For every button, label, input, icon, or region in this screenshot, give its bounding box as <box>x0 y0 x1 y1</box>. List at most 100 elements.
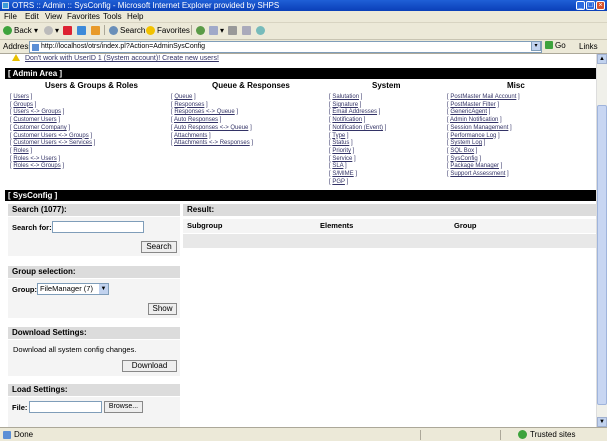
admin-link[interactable]: [ Attachments <-> Responses ] <box>171 140 253 148</box>
column-heading-users: Users & Groups & Roles <box>45 81 138 90</box>
admin-link[interactable]: [ Groups ] <box>10 102 95 110</box>
menu-bar: File Edit View Favorites Tools Help <box>0 11 607 23</box>
download-button[interactable]: Download <box>122 360 177 372</box>
admin-link[interactable]: [ PGP ] <box>329 179 386 187</box>
search-button[interactable]: Search <box>109 26 145 36</box>
history-button[interactable] <box>196 26 207 36</box>
admin-link[interactable]: [ System Log ] <box>447 140 520 148</box>
menu-favorites[interactable]: Favorites <box>67 12 100 21</box>
menu-help[interactable]: Help <box>127 12 143 21</box>
refresh-button[interactable] <box>77 26 88 36</box>
menu-file[interactable]: File <box>4 12 17 21</box>
show-button[interactable]: Show <box>148 303 177 315</box>
menu-view[interactable]: View <box>45 12 62 21</box>
address-bar: Address http://localhost/otrs/index.pl?A… <box>0 40 607 54</box>
favorites-button[interactable]: Favorites <box>146 26 190 36</box>
load-panel: File: Browse... <box>8 397 180 427</box>
admin-link[interactable]: [ Notification (Event) ] <box>329 125 386 133</box>
forward-arrow-icon <box>44 26 53 35</box>
admin-link[interactable]: [ Customer Users <-> Services ] <box>10 140 95 148</box>
column-heading-misc: Misc <box>507 81 525 90</box>
vertical-scrollbar[interactable]: ▲ ▼ <box>596 54 607 427</box>
admin-link[interactable]: [ GenericAgent ] <box>447 109 520 117</box>
admin-link[interactable]: [ Support Assessment ] <box>447 171 520 179</box>
messenger-button[interactable] <box>256 26 267 36</box>
minimize-button[interactable]: _ <box>576 1 585 10</box>
admin-links-system: [ Salutation ][ Signature ][ Email Addre… <box>329 94 386 186</box>
maximize-button[interactable]: □ <box>586 1 595 10</box>
column-heading-queue: Queue & Responses <box>212 81 290 90</box>
admin-link[interactable]: [ Priority ] <box>329 148 386 156</box>
admin-link[interactable]: [ Users <-> Groups ] <box>10 109 95 117</box>
admin-link[interactable]: [ Roles ] <box>10 148 95 156</box>
admin-link[interactable]: [ Admin Notification ] <box>447 117 520 125</box>
forward-button[interactable]: ▾ <box>44 26 59 36</box>
edit-button[interactable] <box>242 26 253 36</box>
admin-area-header: [ Admin Area ] <box>5 68 596 79</box>
admin-link[interactable]: [ SysConfig ] <box>447 156 520 164</box>
toolbar: Back ▾ ▾ Search Favorites ▾ <box>0 23 607 40</box>
search-input[interactable] <box>52 221 144 233</box>
admin-link[interactable]: [ Type ] <box>329 133 386 141</box>
admin-link[interactable]: [ Performance Log ] <box>447 133 520 141</box>
back-button[interactable]: Back ▾ <box>3 26 38 36</box>
admin-link[interactable]: [ Status ] <box>329 140 386 148</box>
admin-link[interactable]: [ Signature ] <box>329 102 386 110</box>
admin-link[interactable]: [ SQL Box ] <box>447 148 520 156</box>
scroll-up-arrow-icon[interactable]: ▲ <box>597 54 607 64</box>
search-icon <box>109 26 118 35</box>
star-icon <box>146 26 155 35</box>
admin-link[interactable]: [ Attachments ] <box>171 133 253 141</box>
admin-link[interactable]: [ Session Management ] <box>447 125 520 133</box>
toolbar-separator <box>191 25 192 35</box>
warning-message[interactable]: Don't work with UserID 1 (System account… <box>12 54 219 63</box>
search-submit-button[interactable]: Search <box>141 241 177 253</box>
admin-links-queue: [ Queue ][ Responses ][ Responses <-> Qu… <box>171 94 253 148</box>
admin-link[interactable]: [ PostMaster Mail Account ] <box>447 94 520 102</box>
admin-link[interactable]: [ Service ] <box>329 156 386 164</box>
admin-links-users: [ Users ][ Groups ][ Users <-> Groups ][… <box>10 94 95 171</box>
address-input[interactable]: http://localhost/otrs/index.pl?Action=Ad… <box>29 41 542 53</box>
group-label: Group: <box>12 285 37 294</box>
admin-link[interactable]: [ Salutation ] <box>329 94 386 102</box>
print-button[interactable] <box>228 26 239 36</box>
admin-link[interactable]: [ Customer Users ] <box>10 117 95 125</box>
stop-icon <box>63 26 72 35</box>
home-button[interactable] <box>91 26 102 36</box>
admin-link[interactable]: [ PostMaster Filter ] <box>447 102 520 110</box>
admin-link[interactable]: [ Roles <-> Users ] <box>10 156 95 164</box>
stop-button[interactable] <box>63 26 74 36</box>
admin-link[interactable]: [ SLA ] <box>329 163 386 171</box>
result-header: Result: <box>183 204 596 216</box>
browse-button[interactable]: Browse... <box>104 401 143 413</box>
menu-tools[interactable]: Tools <box>103 12 122 21</box>
scroll-down-arrow-icon[interactable]: ▼ <box>597 417 607 427</box>
admin-link[interactable]: [ Responses ] <box>171 102 253 110</box>
admin-link[interactable]: [ Auto Responses <-> Queue ] <box>171 125 253 133</box>
admin-link[interactable]: [ Notification ] <box>329 117 386 125</box>
admin-link[interactable]: [ Auto Responses ] <box>171 117 253 125</box>
admin-link[interactable]: [ Roles <-> Groups ] <box>10 163 95 171</box>
admin-link[interactable]: [ Package Manager ] <box>447 163 520 171</box>
admin-link[interactable]: [ Responses <-> Queue ] <box>171 109 253 117</box>
search-panel: Search for: Search <box>8 217 180 256</box>
file-input[interactable] <box>29 401 102 413</box>
admin-link[interactable]: [ Email Addresses ] <box>329 109 386 117</box>
status-text: Done <box>14 430 34 439</box>
group-select[interactable]: FileManager (7) ▼ <box>37 283 109 295</box>
admin-link[interactable]: [ Queue ] <box>171 94 253 102</box>
close-button[interactable]: × <box>596 1 605 10</box>
admin-link[interactable]: [ S/MIME ] <box>329 171 386 179</box>
links-button[interactable]: Links <box>579 42 598 51</box>
address-dropdown-button[interactable]: ▾ <box>531 41 541 51</box>
admin-link[interactable]: [ Customer Users <-> Groups ] <box>10 133 95 141</box>
scroll-thumb[interactable] <box>597 105 607 405</box>
admin-link[interactable]: [ Users ] <box>10 94 95 102</box>
mail-icon <box>209 26 218 35</box>
admin-link[interactable]: [ Customer Company ] <box>10 125 95 133</box>
menu-edit[interactable]: Edit <box>25 12 39 21</box>
go-button[interactable]: Go <box>545 41 566 50</box>
mail-button[interactable]: ▾ <box>209 26 224 36</box>
trusted-zone-icon <box>518 430 527 439</box>
group-panel-header: Group selection: <box>8 266 180 278</box>
